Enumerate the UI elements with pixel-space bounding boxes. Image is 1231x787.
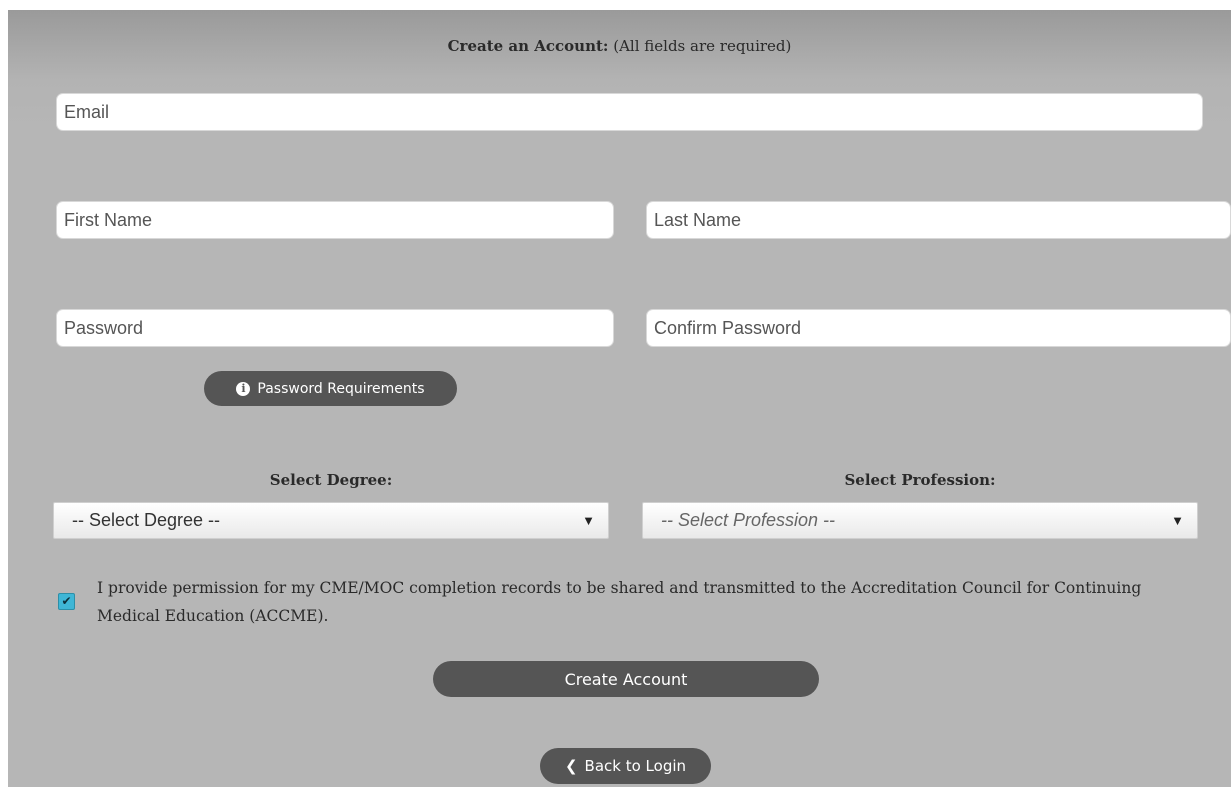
last-name-input[interactable]: [646, 201, 1231, 239]
form-title-note: (All fields are required): [608, 37, 792, 55]
profession-select[interactable]: -- Select Profession -- ▼: [642, 502, 1198, 539]
caret-down-icon: ▼: [1171, 513, 1184, 528]
create-account-button[interactable]: Create Account: [433, 661, 819, 697]
password-requirements-label: Password Requirements: [257, 380, 425, 397]
consent-checkbox[interactable]: ✔: [58, 593, 75, 610]
degree-label: Select Degree:: [269, 471, 393, 489]
chevron-left-icon: ❮: [564, 757, 578, 775]
back-to-login-button[interactable]: ❮ Back to Login: [540, 748, 711, 784]
create-account-panel: Create an Account: (All fields are requi…: [8, 10, 1231, 787]
degree-selected-value: -- Select Degree --: [72, 510, 221, 530]
degree-select[interactable]: -- Select Degree -- ▼: [53, 502, 609, 539]
info-circle-icon: i: [236, 381, 251, 396]
back-to-login-label: Back to Login: [584, 757, 687, 775]
profession-label: Select Profession:: [844, 471, 996, 489]
password-requirements-button[interactable]: i Password Requirements: [204, 371, 457, 406]
checkmark-icon: ✔: [61, 594, 72, 608]
password-input[interactable]: [56, 309, 614, 347]
email-input[interactable]: [56, 93, 1203, 131]
profession-selected-value: -- Select Profession --: [661, 510, 836, 530]
form-title: Create an Account: (All fields are requi…: [8, 37, 1231, 55]
consent-text: I provide permission for my CME/MOC comp…: [97, 579, 1142, 625]
create-account-label: Create Account: [564, 669, 688, 689]
form-title-bold: Create an Account:: [447, 37, 609, 55]
confirm-password-input[interactable]: [646, 309, 1231, 347]
first-name-input[interactable]: [56, 201, 614, 239]
caret-down-icon: ▼: [582, 513, 595, 528]
